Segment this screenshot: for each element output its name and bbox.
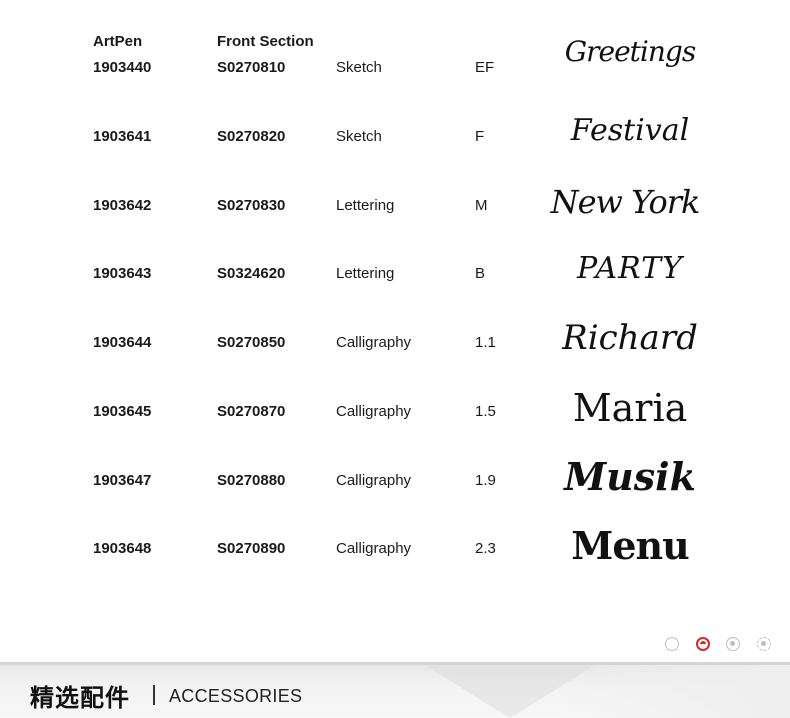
footer-divider [153, 685, 155, 705]
writing-sample: New York [550, 183, 701, 221]
writing-sample: Menu [571, 523, 690, 568]
footer-title-cn: 精选配件 [30, 684, 130, 712]
artpen-number: 1903643 [93, 265, 152, 282]
pen-type: Lettering [336, 265, 395, 282]
header-front-section: Front Section [217, 33, 314, 50]
front-section-number: S0270870 [217, 403, 286, 420]
artpen-number: 1903644 [93, 334, 152, 351]
artpen-number: 1903647 [93, 472, 152, 489]
artpen-number: 1903648 [93, 540, 152, 557]
nib-size: F [475, 128, 485, 145]
writing-sample: Maria [572, 386, 688, 430]
page-dot[interactable] [726, 637, 740, 651]
writing-sample: Greetings [564, 35, 696, 68]
table-row: 1903648 S0270890 Calligraphy 2.3 Menu [0, 523, 790, 608]
nib-size: 1.1 [475, 334, 496, 351]
nib-size: B [475, 265, 486, 282]
nib-size: 1.5 [475, 403, 496, 420]
writing-sample: Festival [570, 113, 690, 148]
nib-size: 2.3 [475, 540, 496, 557]
front-section-number: S0270810 [217, 59, 286, 76]
accessories-footer: 精选配件 ACCESSORIES [0, 662, 790, 718]
pen-type: Calligraphy [336, 472, 412, 489]
page-dot-active[interactable] [696, 637, 710, 651]
nib-size: EF [475, 59, 495, 76]
front-section-number: S0270850 [217, 334, 286, 351]
artpen-number: 1903645 [93, 403, 152, 420]
pen-type: Sketch [336, 59, 382, 76]
pen-type: Calligraphy [336, 334, 412, 351]
pagination-dots [663, 637, 778, 655]
pen-type: Sketch [336, 128, 382, 145]
pen-type: Calligraphy [336, 403, 412, 420]
front-section-number: S0270880 [217, 472, 286, 489]
pen-type: Lettering [336, 197, 395, 214]
nib-size: M [475, 197, 488, 214]
front-section-number: S0324620 [217, 265, 286, 282]
footer-title-en: ACCESSORIES [169, 686, 303, 706]
artpen-number: 1903642 [93, 197, 152, 214]
artpen-number: 1903440 [93, 59, 152, 76]
front-section-number: S0270890 [217, 540, 286, 557]
writing-sample: PARTY [577, 251, 683, 286]
header-artpen: ArtPen [93, 33, 143, 50]
writing-sample: Richard [562, 318, 698, 358]
page-dot[interactable] [665, 637, 679, 651]
artpen-number: 1903641 [93, 128, 152, 145]
pen-type: Calligraphy [336, 540, 412, 557]
page-dot[interactable] [757, 637, 771, 651]
front-section-number: S0270820 [217, 128, 286, 145]
front-section-number: S0270830 [217, 197, 286, 214]
nib-size: 1.9 [475, 472, 496, 489]
writing-sample: Musik [564, 454, 696, 499]
footer-shade [560, 665, 790, 718]
